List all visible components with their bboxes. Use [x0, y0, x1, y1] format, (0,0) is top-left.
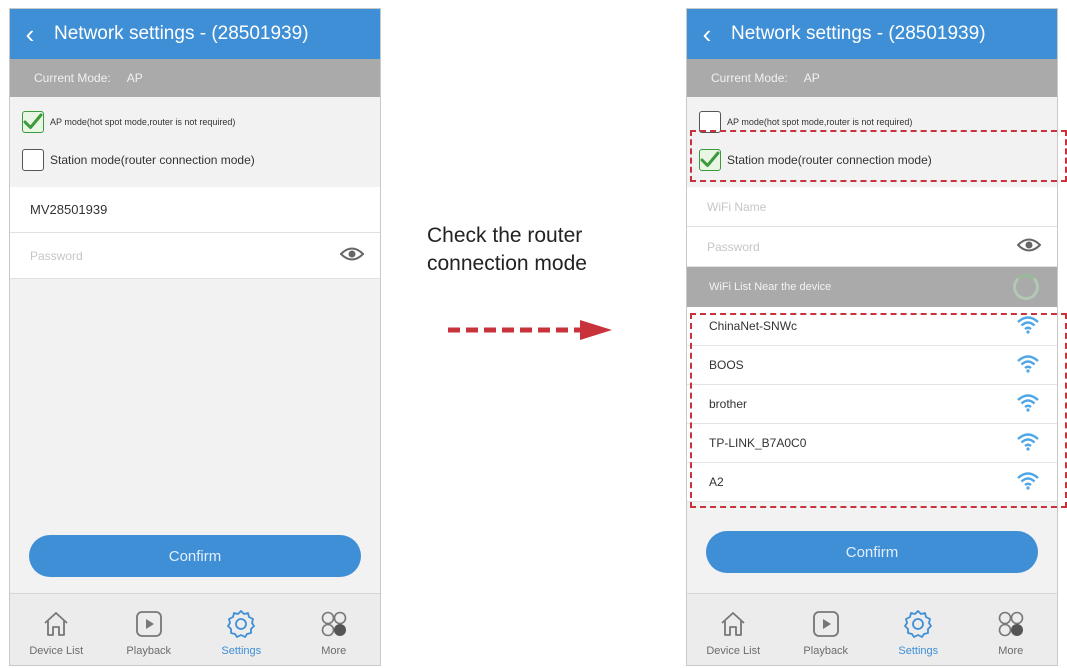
ap-mode-option[interactable]: AP mode(hot spot mode,router is not requ…	[10, 103, 380, 141]
confirm-wrap: Confirm	[687, 531, 1057, 575]
gear-icon	[902, 605, 934, 643]
tab-label: More	[321, 645, 347, 657]
refresh-spinner-icon[interactable]	[1013, 274, 1039, 300]
tab-more[interactable]: More	[965, 594, 1058, 665]
tab-label: Settings	[898, 645, 939, 657]
wifi-name-field[interactable]: WiFi Name	[687, 187, 1057, 227]
ap-mode-checkbox[interactable]	[699, 111, 721, 133]
ap-mode-checkbox[interactable]	[22, 111, 44, 133]
ssid-value: MV28501939	[30, 202, 108, 217]
station-mode-checkbox[interactable]	[22, 149, 44, 171]
tab-label: Playback	[803, 645, 849, 657]
more-circles-icon	[319, 605, 349, 643]
current-mode-label: Current Mode:	[34, 71, 111, 85]
page-title: Network settings - (28501939)	[731, 23, 986, 44]
instruction-text: Check the router connection mode	[427, 222, 587, 278]
instruction-line-2: connection mode	[427, 252, 587, 275]
tab-device-list[interactable]: Device List	[10, 594, 103, 665]
wifi-list: ChinaNet-SNWc BOOS brother TP-LINK_B7A0C…	[687, 307, 1057, 502]
wifi-signal-icon	[1017, 432, 1039, 454]
current-mode-value: AP	[803, 71, 820, 85]
bottom-tab-bar: Device List Playback Settings More	[687, 593, 1057, 665]
station-mode-label: Station mode(router connection mode)	[727, 153, 932, 167]
station-mode-label: Station mode(router connection mode)	[50, 153, 255, 167]
tab-label: Settings	[221, 645, 262, 657]
current-mode-value: AP	[126, 71, 143, 85]
wifi-signal-icon	[1017, 354, 1039, 376]
bottom-tab-bar: Device List Playback Settings More	[10, 593, 380, 665]
wifi-ssid: brother	[709, 397, 748, 411]
mode-options: AP mode(hot spot mode,router is not requ…	[687, 97, 1057, 179]
ap-mode-option[interactable]: AP mode(hot spot mode,router is not requ…	[687, 103, 1057, 141]
more-circles-icon	[996, 605, 1026, 643]
phone-screen-before: ‹ Network settings - (28501939) Current …	[9, 8, 381, 666]
wifi-list-item[interactable]: TP-LINK_B7A0C0	[687, 424, 1057, 463]
tab-label: More	[998, 645, 1024, 657]
credential-fields: WiFi Name Password	[687, 187, 1057, 267]
station-mode-option[interactable]: Station mode(router connection mode)	[10, 141, 380, 179]
wifi-list-item[interactable]: brother	[687, 385, 1057, 424]
wifi-signal-icon	[1017, 393, 1039, 415]
eye-icon[interactable]	[339, 246, 365, 265]
tab-label: Device List	[706, 645, 761, 657]
tab-label: Playback	[126, 645, 172, 657]
header-bar: ‹ Network settings - (28501939)	[10, 9, 380, 59]
password-field[interactable]: Password	[687, 227, 1057, 267]
wifi-ssid: A2	[709, 475, 724, 489]
wifi-signal-icon	[1017, 315, 1039, 337]
tutorial-screenshot: ‹ Network settings - (28501939) Current …	[0, 0, 1067, 668]
wifi-list-header: WiFi List Near the device	[687, 267, 1057, 307]
wifi-ssid: TP-LINK_B7A0C0	[709, 436, 807, 450]
eye-icon[interactable]	[1016, 237, 1042, 256]
tab-label: Device List	[29, 645, 84, 657]
mode-options: AP mode(hot spot mode,router is not requ…	[10, 97, 380, 179]
confirm-wrap: Confirm	[10, 535, 380, 579]
station-mode-checkbox[interactable]	[699, 149, 721, 171]
ssid-field[interactable]: MV28501939	[10, 187, 380, 233]
tab-playback[interactable]: Playback	[780, 594, 873, 665]
play-icon	[134, 605, 164, 643]
tab-settings[interactable]: Settings	[195, 594, 288, 665]
wifi-list-item[interactable]: BOOS	[687, 346, 1057, 385]
wifi-signal-icon	[1017, 471, 1039, 493]
tab-playback[interactable]: Playback	[103, 594, 196, 665]
password-field[interactable]: Password	[10, 233, 380, 279]
phone-screen-after: ‹ Network settings - (28501939) Current …	[686, 8, 1058, 666]
confirm-button[interactable]: Confirm	[29, 535, 361, 577]
password-placeholder: Password	[707, 239, 760, 254]
gear-icon	[225, 605, 257, 643]
instruction-line-1: Check the router	[427, 224, 583, 247]
ap-mode-label: AP mode(hot spot mode,router is not requ…	[50, 117, 236, 127]
checkmark-icon	[23, 113, 43, 129]
chevron-left-icon[interactable]: ‹	[10, 9, 50, 59]
dashed-arrow-icon	[448, 320, 612, 340]
current-mode-bar: Current Mode: AP	[10, 59, 380, 97]
credential-fields: MV28501939 Password	[10, 187, 380, 279]
tab-settings[interactable]: Settings	[872, 594, 965, 665]
wifi-name-placeholder: WiFi Name	[707, 199, 767, 214]
page-title: Network settings - (28501939)	[54, 23, 309, 44]
wifi-list-item[interactable]: ChinaNet-SNWc	[687, 307, 1057, 346]
play-icon	[811, 605, 841, 643]
header-bar: ‹ Network settings - (28501939)	[687, 9, 1057, 59]
ap-mode-label: AP mode(hot spot mode,router is not requ…	[727, 117, 913, 127]
confirm-button[interactable]: Confirm	[706, 531, 1038, 573]
station-mode-option[interactable]: Station mode(router connection mode)	[687, 141, 1057, 179]
home-icon	[41, 605, 71, 643]
current-mode-label: Current Mode:	[711, 71, 788, 85]
wifi-ssid: ChinaNet-SNWc	[709, 319, 798, 333]
wifi-list-title: WiFi List Near the device	[709, 281, 832, 293]
checkmark-icon	[700, 151, 720, 167]
wifi-ssid: BOOS	[709, 358, 744, 372]
tab-device-list[interactable]: Device List	[687, 594, 780, 665]
home-icon	[718, 605, 748, 643]
chevron-left-icon[interactable]: ‹	[687, 9, 727, 59]
current-mode-bar: Current Mode: AP	[687, 59, 1057, 97]
tab-more[interactable]: More	[288, 594, 381, 665]
wifi-list-item[interactable]: A2	[687, 463, 1057, 502]
password-placeholder: Password	[30, 248, 83, 263]
